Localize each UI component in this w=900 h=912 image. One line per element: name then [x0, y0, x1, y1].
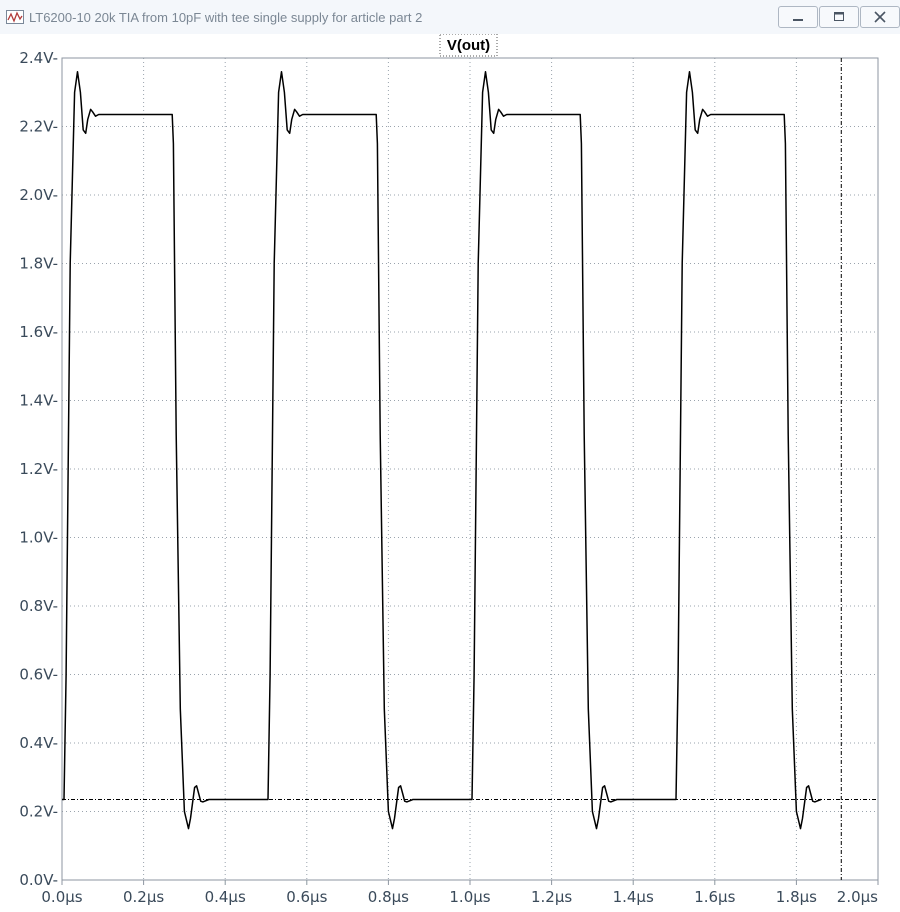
minimize-button[interactable] [778, 6, 818, 28]
y-tick-label: 0.6V- [19, 666, 58, 684]
trace-title[interactable]: V(out) [447, 37, 490, 54]
y-axis-ticks: 0.0V- 0.2V- 0.4V- 0.6V- 0.8V- 1.0V- 1.2V- 1.4V-… [19, 49, 58, 889]
maximize-icon [834, 12, 844, 21]
y-tick-label: 1.6V- [19, 323, 58, 341]
close-icon [874, 11, 886, 23]
x-tick-label: 0.8µs [368, 888, 409, 906]
y-tick-label: 0.8V- [19, 597, 58, 615]
y-tick-label: 1.0V- [19, 529, 58, 547]
y-tick-label: 2.2V- [19, 118, 58, 136]
x-tick-label: 1.8µs [776, 888, 817, 906]
x-tick-label: 0.4µs [205, 888, 246, 906]
y-tick-label: 0.2V- [19, 803, 58, 821]
x-tick-label: 0.2µs [123, 888, 164, 906]
maximize-button[interactable] [819, 6, 859, 28]
minimize-icon [793, 19, 803, 21]
x-tick-label: 0.0µs [41, 888, 82, 906]
plot-grid [62, 58, 878, 880]
x-tick-label: 2.0µs [837, 888, 878, 906]
x-axis-ticks: 0.0µs 0.2µs 0.4µs 0.6µs 0.8µs 1.0µs 1.2µs 1.4µs… [41, 880, 879, 906]
x-tick-label: 1.2µs [531, 888, 572, 906]
plot-pane[interactable]: 0.0V- 0.2V- 0.4V- 0.6V- 0.8V- 1.0V- 1.2V- 1.4V-… [0, 34, 900, 912]
y-tick-label: 1.8V- [19, 255, 58, 273]
window-title: LT6200-10 20k TIA from 10pF with tee sin… [29, 10, 423, 25]
y-tick-label: 2.4V- [19, 49, 58, 67]
y-tick-label: 2.0V- [19, 186, 58, 204]
y-tick-label: 0.0V- [19, 871, 58, 889]
x-tick-label: 1.6µs [694, 888, 735, 906]
y-tick-label: 1.4V- [19, 392, 58, 410]
x-tick-label: 1.4µs [613, 888, 654, 906]
y-tick-label: 0.4V- [19, 734, 58, 752]
waveform-chart[interactable]: 0.0V- 0.2V- 0.4V- 0.6V- 0.8V- 1.0V- 1.2V- 1.4V-… [0, 34, 900, 912]
close-button[interactable] [860, 6, 900, 28]
x-tick-label: 1.0µs [449, 888, 490, 906]
trace-vout[interactable] [62, 70, 822, 830]
y-tick-label: 1.2V- [19, 460, 58, 478]
waveform-viewer-icon [6, 10, 24, 24]
trace-layer [62, 70, 822, 830]
window-titlebar[interactable]: LT6200-10 20k TIA from 10pF with tee sin… [0, 0, 900, 35]
x-tick-label: 0.6µs [286, 888, 327, 906]
